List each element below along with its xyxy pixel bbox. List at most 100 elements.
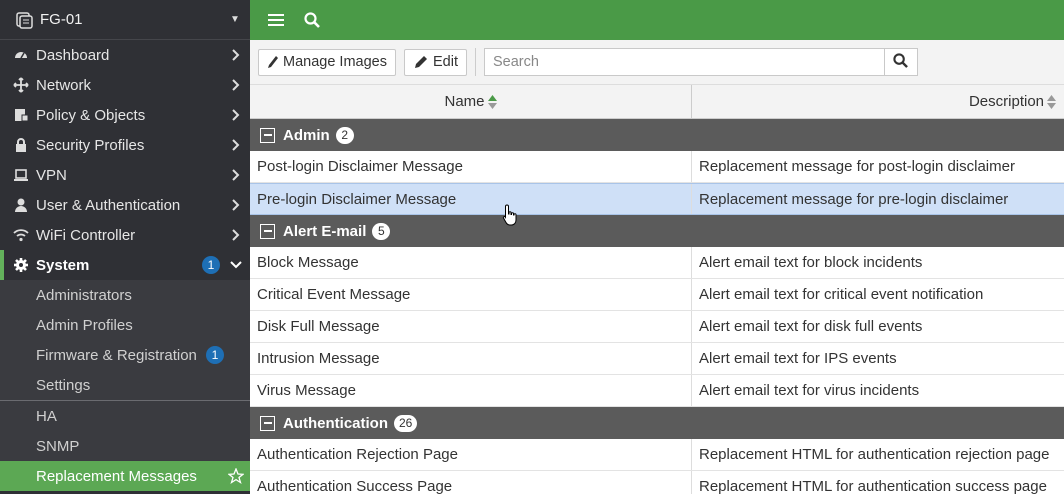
- caret-down-icon: ▼: [230, 14, 240, 25]
- column-header-description[interactable]: Description: [692, 85, 1064, 118]
- pencil-icon: [413, 55, 429, 69]
- cell-name: Authentication Success Page: [250, 471, 692, 494]
- chevron-right-icon: [222, 199, 250, 211]
- chevron-right-icon: [222, 229, 250, 241]
- sub-snmp[interactable]: SNMP: [0, 431, 250, 461]
- nav-system[interactable]: System 1: [0, 250, 250, 280]
- cell-name: Authentication Rejection Page: [250, 439, 692, 470]
- notification-badge: 1: [206, 346, 224, 364]
- nav-user-authentication[interactable]: User & Authentication: [0, 190, 250, 220]
- hand-cursor-icon: [502, 204, 518, 231]
- sub-firmware-registration[interactable]: Firmware & Registration 1: [0, 340, 250, 370]
- nav-network[interactable]: Network: [0, 70, 250, 100]
- cell-name: Block Message: [250, 247, 692, 278]
- group-header[interactable]: Alert E-mail 5: [250, 215, 1064, 247]
- sort-icon[interactable]: [1047, 94, 1056, 109]
- column-header-name[interactable]: Name: [250, 85, 692, 118]
- device-icon: [14, 10, 34, 30]
- nav-label: System: [36, 256, 90, 274]
- search-button[interactable]: [883, 48, 918, 76]
- group-count: 5: [372, 222, 391, 240]
- table-row-selected[interactable]: Pre-login Disclaimer Message Replacement…: [250, 183, 1064, 215]
- nav-label: Dashboard: [36, 46, 110, 64]
- cell-description: Replacement HTML for authentication reje…: [699, 446, 1050, 463]
- toolbar: Manage Images Edit: [250, 40, 1064, 84]
- table-row[interactable]: Intrusion Message Alert email text for I…: [250, 343, 1064, 375]
- device-selector[interactable]: FG-01 ▼: [0, 0, 250, 40]
- menu-icon[interactable]: [262, 6, 290, 34]
- sub-label: Admin Profiles: [36, 316, 133, 334]
- sort-icon[interactable]: [487, 94, 497, 109]
- collapse-icon[interactable]: [260, 223, 275, 239]
- nav-label: Security Profiles: [36, 136, 145, 154]
- nav-wifi-controller[interactable]: WiFi Controller: [0, 220, 250, 250]
- cell-name: Critical Event Message: [250, 279, 692, 310]
- sub-ha[interactable]: HA: [0, 401, 250, 431]
- table-row[interactable]: Authentication Rejection Page Replacemen…: [250, 439, 1064, 471]
- group-count: 2: [335, 126, 354, 144]
- manage-images-button[interactable]: Manage Images: [258, 48, 396, 76]
- collapse-icon[interactable]: [260, 415, 275, 431]
- sub-administrators[interactable]: Administrators: [0, 280, 250, 310]
- search-box: [483, 48, 918, 76]
- sub-label: Administrators: [36, 286, 132, 304]
- table-row[interactable]: Post-login Disclaimer Message Replacemen…: [250, 151, 1064, 183]
- device-name: FG-01: [40, 11, 83, 28]
- edit-button[interactable]: Edit: [403, 48, 467, 76]
- nav-vpn[interactable]: VPN: [0, 160, 250, 190]
- policy-icon: [12, 106, 30, 124]
- laptop-icon: [12, 166, 30, 184]
- user-icon: [12, 196, 30, 214]
- sub-label: Settings: [36, 376, 91, 394]
- chevron-right-icon: [222, 79, 250, 91]
- notification-badge: 1: [202, 256, 220, 274]
- table-row[interactable]: Critical Event Message Alert email text …: [250, 279, 1064, 311]
- table-header: Name Description: [250, 84, 1064, 119]
- nav-policy-objects[interactable]: Policy & Objects: [0, 100, 250, 130]
- chevron-right-icon: [222, 139, 250, 151]
- sub-label: Replacement Messages: [36, 467, 197, 485]
- dashboard-icon: [12, 46, 30, 64]
- group-count: 26: [394, 414, 418, 432]
- group-header[interactable]: Authentication 26: [250, 407, 1064, 439]
- nav-label: Network: [36, 76, 92, 94]
- cell-description: Replacement message for post-login discl…: [699, 158, 1015, 175]
- table-row[interactable]: Virus Message Alert email text for virus…: [250, 375, 1064, 407]
- nav-security-profiles[interactable]: Security Profiles: [0, 130, 250, 160]
- cell-description: Alert email text for block incidents: [699, 254, 923, 271]
- collapse-icon[interactable]: [260, 127, 275, 143]
- cell-description: Replacement message for pre-login discla…: [699, 190, 1009, 208]
- gear-icon: [12, 256, 30, 274]
- chevron-right-icon: [222, 109, 250, 121]
- sub-settings[interactable]: Settings: [0, 370, 250, 400]
- cell-name: Intrusion Message: [250, 343, 692, 374]
- replacement-messages-table: Name Description Admin 2 Post-login Disc…: [250, 84, 1064, 494]
- pencil-icon: [267, 55, 279, 69]
- cell-description: Alert email text for virus incidents: [699, 382, 920, 399]
- table-row[interactable]: Authentication Success Page Replacement …: [250, 471, 1064, 494]
- cell-name: Post-login Disclaimer Message: [250, 151, 692, 182]
- table-row[interactable]: Disk Full Message Alert email text for d…: [250, 311, 1064, 343]
- chevron-down-icon: [222, 261, 250, 269]
- top-bar: [250, 0, 1064, 40]
- nav-label: User & Authentication: [36, 196, 181, 214]
- table-row[interactable]: Block Message Alert email text for block…: [250, 247, 1064, 279]
- wifi-icon: [12, 226, 30, 244]
- group-header[interactable]: Admin 2: [250, 119, 1064, 151]
- star-icon[interactable]: [222, 468, 250, 484]
- sub-replacement-messages[interactable]: Replacement Messages: [0, 461, 250, 491]
- search-input[interactable]: [483, 48, 884, 76]
- nav-label: Policy & Objects: [36, 106, 146, 124]
- cell-description: Alert email text for disk full events: [699, 318, 923, 335]
- group-title: Authentication: [283, 414, 388, 432]
- search-icon[interactable]: [298, 6, 326, 34]
- cell-name: Virus Message: [250, 375, 692, 406]
- nav-label: WiFi Controller: [36, 226, 136, 244]
- button-label: Edit: [432, 54, 458, 70]
- column-label: Description: [968, 93, 1044, 110]
- group-title: Admin: [283, 126, 330, 144]
- sub-admin-profiles[interactable]: Admin Profiles: [0, 310, 250, 340]
- cell-description: Alert email text for critical event noti…: [699, 286, 984, 303]
- cell-name: Pre-login Disclaimer Message: [250, 184, 692, 214]
- nav-dashboard[interactable]: Dashboard: [0, 40, 250, 70]
